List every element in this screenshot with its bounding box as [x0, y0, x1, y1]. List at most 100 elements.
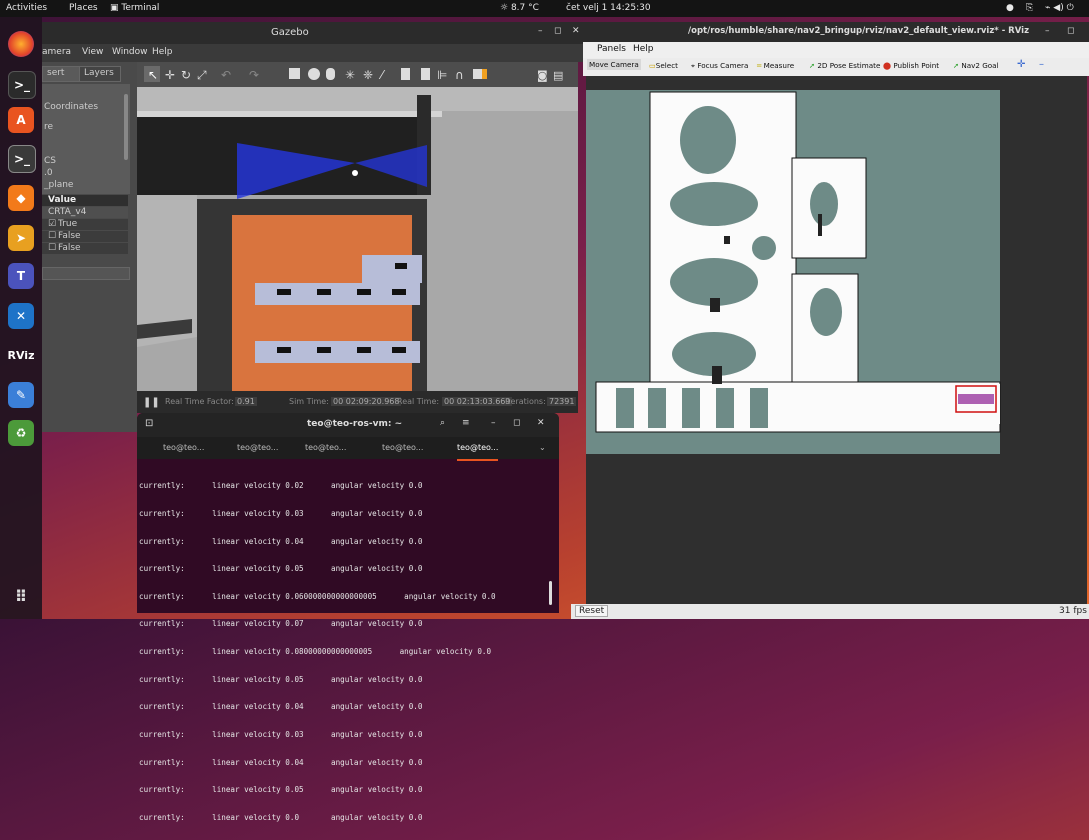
- tree-item[interactable]: re: [44, 122, 53, 132]
- network-volume-power-icons[interactable]: ⌁ ◀) ⏻: [1045, 3, 1074, 13]
- menu-panels[interactable]: Panels: [597, 44, 626, 54]
- editor-icon[interactable]: ✎: [8, 382, 34, 408]
- terminal-tab[interactable]: teo@teo...: [163, 437, 204, 459]
- add-tool-icon[interactable]: ✛: [1017, 59, 1025, 70]
- spot-light-icon[interactable]: ❈: [363, 68, 373, 82]
- terminal-icon[interactable]: >_: [8, 71, 36, 99]
- menu-icon[interactable]: ≡: [462, 418, 470, 428]
- remove-tool-icon[interactable]: –: [1039, 59, 1044, 70]
- tree-item[interactable]: Coordinates: [44, 102, 98, 112]
- nav2-goal-tool[interactable]: ➚ Nav2 Goal: [953, 61, 999, 70]
- new-tab-icon[interactable]: ⊡: [145, 418, 153, 429]
- rotate-icon[interactable]: ↻: [181, 68, 191, 82]
- menu-window[interactable]: Window: [112, 47, 148, 57]
- menu-help[interactable]: Help: [633, 44, 654, 54]
- align-icon[interactable]: ⊫: [437, 68, 447, 82]
- move-camera-tool[interactable]: Move Camera: [587, 59, 641, 70]
- screenshot-icon[interactable]: ◙: [537, 69, 548, 82]
- arrow-icon: ↖: [148, 68, 158, 82]
- terminal-icon-2[interactable]: >_: [8, 145, 36, 173]
- weather-indicator[interactable]: ☼ 8.7 °C: [500, 3, 539, 13]
- maximize-icon[interactable]: ◻: [554, 26, 561, 36]
- menu-view[interactable]: View: [82, 47, 103, 57]
- point-light-icon[interactable]: ✳: [345, 68, 355, 82]
- reset-button[interactable]: Reset: [575, 605, 609, 617]
- checkbox-icon[interactable]: ☐: [48, 243, 56, 253]
- close-icon[interactable]: ✕: [572, 26, 580, 36]
- clipboard-icon[interactable]: ⎘: [1026, 3, 1033, 13]
- terminal-output[interactable]: currently: linear velocity 0.02 angular …: [139, 463, 549, 821]
- property-row[interactable]: ☐ False: [42, 231, 128, 242]
- checkbox-checked-icon[interactable]: ☑: [48, 219, 56, 229]
- property-row[interactable]: [42, 267, 130, 280]
- maximize-icon[interactable]: ◻: [513, 418, 520, 428]
- focus-camera-tool[interactable]: ⌖ Focus Camera: [691, 61, 748, 71]
- sublime-icon[interactable]: ◆: [8, 185, 34, 211]
- terminal-tab[interactable]: teo@teo...: [305, 437, 346, 459]
- firefox-icon[interactable]: [8, 31, 34, 57]
- terminal-scrollbar[interactable]: [549, 581, 552, 605]
- tab-layers[interactable]: Layers: [79, 66, 121, 82]
- select-tool[interactable]: ▭Select: [649, 61, 678, 70]
- rtf-value: 0.91: [235, 397, 257, 406]
- measure-tool[interactable]: ═ Measure: [757, 61, 794, 70]
- terminal-tab-active[interactable]: teo@teo...: [457, 437, 499, 461]
- tool-icon[interactable]: ➤: [8, 225, 34, 251]
- pose-estimate-tool[interactable]: ➚ 2D Pose Estimate: [809, 61, 880, 70]
- gazebo-titlebar[interactable]: Gazebo – ◻ ✕: [42, 22, 590, 44]
- sphere-shape-icon[interactable]: [308, 68, 320, 80]
- shield-icon[interactable]: ●: [1006, 3, 1014, 13]
- minimize-icon[interactable]: –: [538, 26, 543, 36]
- gazebo-3d-scene[interactable]: [137, 87, 578, 391]
- paste-icon[interactable]: [421, 68, 430, 80]
- pause-icon[interactable]: ❚❚: [143, 397, 160, 408]
- gazebo-menubar: amera View Window Help: [42, 44, 590, 62]
- terminal-app-menu[interactable]: ▣ Terminal: [110, 3, 159, 13]
- places-menu[interactable]: Places: [69, 3, 98, 13]
- menu-camera[interactable]: amera: [42, 47, 71, 57]
- rviz-icon[interactable]: RViz: [8, 342, 35, 368]
- scrollbar[interactable]: [124, 94, 128, 160]
- change-view-icon[interactable]: [473, 69, 483, 79]
- copy-icon[interactable]: [401, 68, 410, 80]
- menu-help[interactable]: Help: [152, 47, 173, 57]
- teams-icon[interactable]: T: [8, 263, 34, 289]
- terminal-window: ⊡ teo@teo-ros-vm: ~ ⌕ ≡ – ◻ ✕ teo@teo...…: [137, 413, 559, 822]
- cylinder-shape-icon[interactable]: [326, 68, 335, 80]
- tab-insert[interactable]: sert: [42, 66, 80, 82]
- trash-icon[interactable]: ♻: [8, 420, 34, 446]
- terminal-line: currently: linear velocity 0.0 angular v…: [139, 812, 423, 822]
- property-row[interactable]: ☑ True: [42, 219, 128, 230]
- terminal-titlebar[interactable]: ⊡ teo@teo-ros-vm: ~ ⌕ ≡ – ◻ ✕: [137, 413, 559, 437]
- property-row[interactable]: CRTA_v4: [42, 207, 128, 218]
- vscode-icon[interactable]: ✕: [8, 303, 34, 329]
- terminal-tab[interactable]: teo@teo...: [382, 437, 423, 459]
- minimize-icon[interactable]: –: [491, 418, 496, 428]
- publish-point-tool[interactable]: ⬤ Publish Point: [883, 61, 939, 70]
- search-icon[interactable]: ⌕: [440, 418, 445, 428]
- minimize-icon[interactable]: –: [1045, 26, 1050, 36]
- tree-item[interactable]: _plane: [44, 180, 73, 190]
- translate-icon[interactable]: ✛: [165, 68, 175, 82]
- directional-light-icon[interactable]: ⁄: [378, 68, 386, 82]
- checkbox-icon[interactable]: ☐: [48, 231, 56, 241]
- undo-icon[interactable]: ↶: [221, 68, 231, 82]
- close-icon[interactable]: ✕: [537, 418, 545, 428]
- rviz-3d-view[interactable]: [586, 76, 1087, 604]
- activities-button[interactable]: Activities: [6, 3, 47, 13]
- tree-item[interactable]: .0: [44, 168, 53, 178]
- tree-item[interactable]: CS: [44, 156, 56, 166]
- clock[interactable]: čet velj 1 14:25:30: [566, 3, 651, 13]
- snap-icon[interactable]: ∩: [455, 68, 464, 82]
- rviz-titlebar[interactable]: /opt/ros/humble/share/nav2_bringup/rviz/…: [583, 22, 1089, 42]
- property-row[interactable]: ☐ False: [42, 243, 128, 254]
- redo-icon[interactable]: ↷: [249, 68, 259, 82]
- terminal-tab[interactable]: teo@teo...: [237, 437, 278, 459]
- appcenter-icon[interactable]: A: [8, 107, 34, 133]
- chevron-down-icon[interactable]: ⌄: [539, 437, 546, 459]
- scale-icon[interactable]: ⤢: [196, 68, 207, 82]
- maximize-icon[interactable]: ◻: [1067, 26, 1074, 36]
- show-apps-icon[interactable]: ⠿: [8, 583, 34, 609]
- box-shape-icon[interactable]: [289, 68, 300, 79]
- log-icon[interactable]: ▤: [553, 69, 563, 82]
